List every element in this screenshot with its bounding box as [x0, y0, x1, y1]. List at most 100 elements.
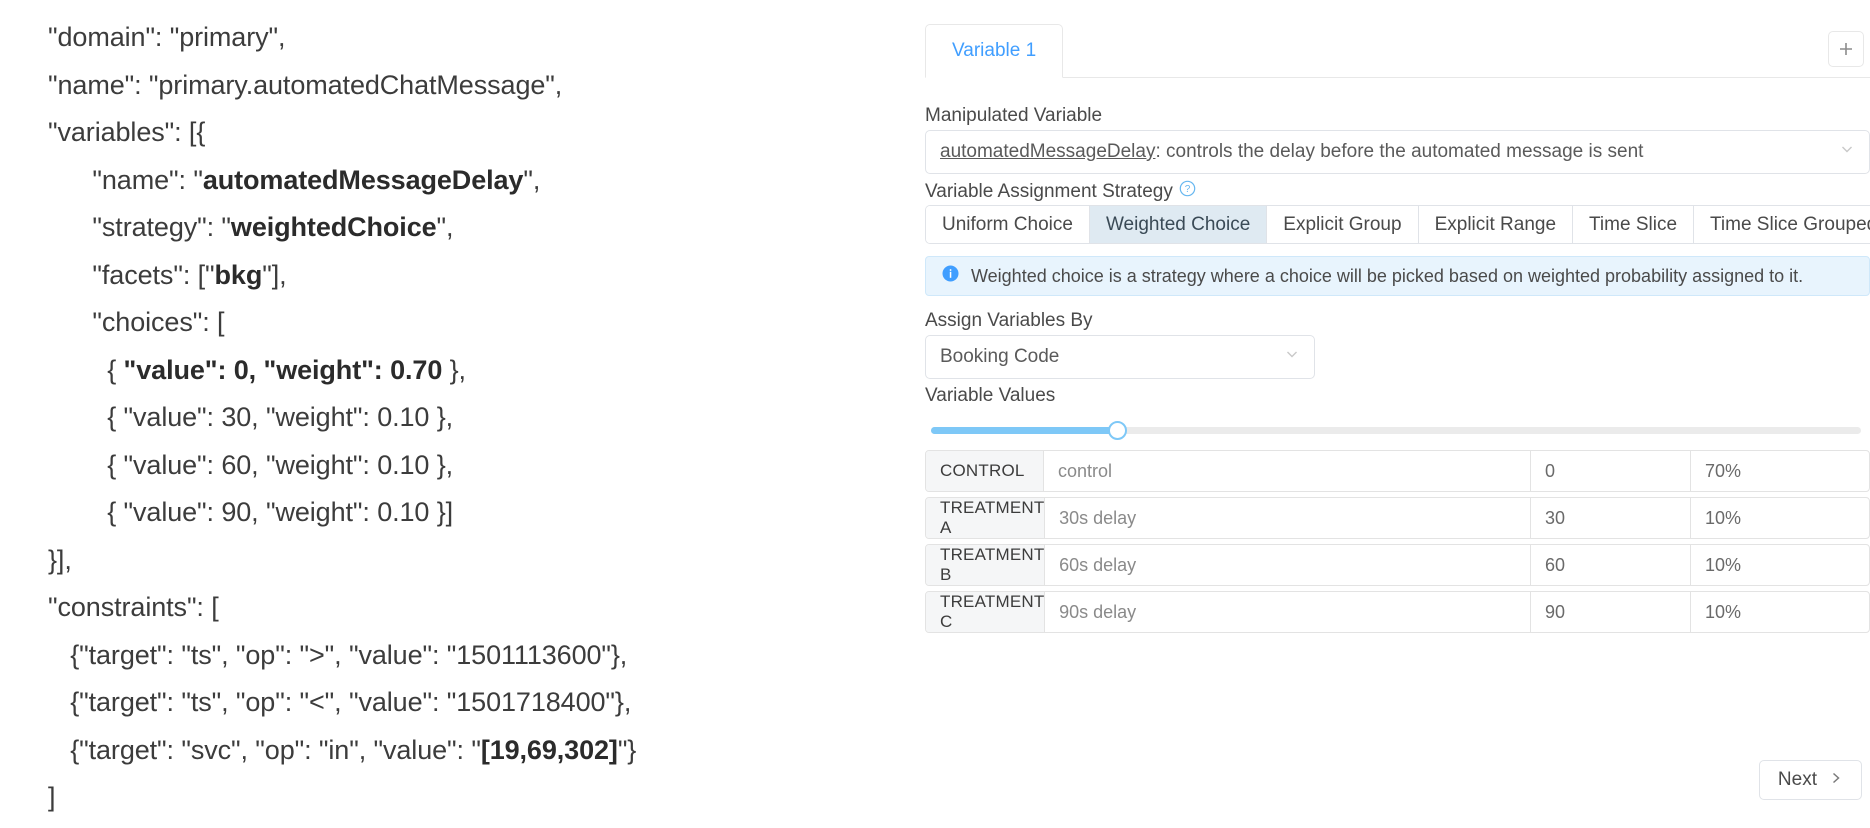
- json-code-text: "}: [618, 735, 636, 765]
- row-percent-input[interactable]: 10%: [1691, 545, 1869, 585]
- strategy-option-uniform-choice[interactable]: Uniform Choice: [926, 206, 1090, 243]
- row-value-input[interactable]: 0: [1531, 451, 1691, 491]
- variable-values-table: CONTROLcontrol070% TREATMENT A30s delay30…: [925, 450, 1870, 638]
- json-code-text: "name": "primary.automatedChatMessage",: [48, 70, 562, 100]
- json-code-line: "name": "automatedMessageDelay",: [48, 157, 900, 205]
- svg-text:?: ?: [1185, 184, 1191, 195]
- row-percent-input[interactable]: 10%: [1691, 498, 1869, 538]
- json-config-pane: "domain": "primary", "name": "primary.aut…: [0, 0, 900, 828]
- row-value-input[interactable]: 90: [1531, 592, 1691, 632]
- json-code-text: ",: [437, 212, 454, 242]
- json-code-highlight: [19,69,302]: [481, 735, 618, 765]
- slider-fill: [931, 427, 1117, 434]
- json-code-line: { "value": 30, "weight": 0.10 },: [48, 394, 900, 442]
- variable-config-panel: Variable 1 Manipulated Variable automate…: [925, 0, 1870, 828]
- json-code-text: "choices": [: [48, 307, 224, 337]
- json-code-line: "facets": ["bkg"],: [48, 252, 900, 300]
- row-value-input[interactable]: 30: [1531, 498, 1691, 538]
- json-code-text: { "value": 30, "weight": 0.10 },: [48, 402, 453, 432]
- json-code-line: "variables": [{: [48, 109, 900, 157]
- strategy-option-time-slice[interactable]: Time Slice: [1573, 206, 1694, 243]
- tab-label: Variable 1: [952, 40, 1036, 62]
- strategy-option-label: Time Slice Grouped: [1710, 214, 1870, 236]
- json-code-line: "strategy": "weightedChoice",: [48, 204, 900, 252]
- assign-variables-by-label: Assign Variables By: [925, 310, 1093, 332]
- row-percent-input[interactable]: 10%: [1691, 592, 1869, 632]
- row-percent-input[interactable]: 70%: [1691, 451, 1869, 491]
- row-description-input[interactable]: 30s delay: [1045, 498, 1531, 538]
- manipulated-variable-select[interactable]: automatedMessageDelay: controls the dela…: [925, 130, 1870, 174]
- json-code-text: {"target": "svc", "op": "in", "value": ": [48, 735, 481, 765]
- manipulated-variable-value: automatedMessageDelay: controls the dela…: [940, 141, 1839, 163]
- strategy-option-explicit-range[interactable]: Explicit Range: [1419, 206, 1573, 243]
- json-code-line: {"target": "ts", "op": "<", "value": "15…: [48, 679, 900, 727]
- json-code-text: {"target": "ts", "op": ">", "value": "15…: [48, 640, 627, 670]
- alert-text: Weighted choice is a strategy where a ch…: [971, 266, 1803, 287]
- strategy-option-label: Explicit Group: [1283, 214, 1401, 236]
- question-circle-icon[interactable]: ?: [1179, 180, 1196, 203]
- next-button-label: Next: [1778, 769, 1817, 791]
- row-description-input[interactable]: control: [1044, 451, 1531, 491]
- json-code-text: "name": ": [48, 165, 203, 195]
- strategy-option-label: Explicit Range: [1435, 214, 1556, 236]
- json-code-text: ]: [48, 782, 55, 812]
- row-group-label: TREATMENT A: [926, 498, 1045, 538]
- json-code-line: "domain": "primary",: [48, 14, 900, 62]
- json-code-line: }],: [48, 537, 900, 585]
- table-row: TREATMENT C90s delay9010%: [925, 591, 1870, 633]
- json-code-text: ",: [523, 165, 540, 195]
- manipulated-variable-description: : controls the delay before the automate…: [1155, 141, 1643, 162]
- json-code-text: "facets": [": [48, 260, 215, 290]
- json-code-line: ]: [48, 774, 900, 822]
- tab-variable-1[interactable]: Variable 1: [925, 24, 1063, 78]
- manipulated-variable-name: automatedMessageDelay: [940, 141, 1155, 162]
- tab-strip: Variable 1: [925, 24, 1870, 78]
- assignment-strategy-label: Variable Assignment Strategy ?: [925, 180, 1196, 203]
- table-row: TREATMENT A30s delay3010%: [925, 497, 1870, 539]
- strategy-option-time-slice-grouped[interactable]: Time Slice Grouped: [1694, 206, 1870, 243]
- row-description-input[interactable]: 60s delay: [1045, 545, 1531, 585]
- json-code-text: "strategy": ": [48, 212, 231, 242]
- assignment-strategy-segmented-control[interactable]: Uniform Choice Weighted Choice Explicit Gr…: [925, 205, 1870, 244]
- strategy-option-label: Weighted Choice: [1106, 214, 1250, 236]
- json-code-text: { "value": 60, "weight": 0.10 },: [48, 450, 453, 480]
- row-description-input[interactable]: 90s delay: [1045, 592, 1531, 632]
- json-code-highlight: "value": 0, "weight": 0.70: [124, 355, 443, 385]
- chevron-down-icon: [1839, 141, 1855, 163]
- json-code-line: {"target": "ts", "op": ">", "value": "15…: [48, 632, 900, 680]
- row-group-label: TREATMENT C: [926, 592, 1045, 632]
- variable-values-slider[interactable]: [931, 418, 1861, 442]
- strategy-option-weighted-choice[interactable]: Weighted Choice: [1090, 206, 1267, 243]
- table-row: CONTROLcontrol070%: [925, 450, 1870, 492]
- json-code-text: "domain": "primary",: [48, 22, 285, 52]
- json-code-line: { "value": 60, "weight": 0.10 },: [48, 442, 900, 490]
- json-code-line: {"target": "svc", "op": "in", "value": "…: [48, 727, 900, 775]
- json-code-text: { "value": 90, "weight": 0.10 }]: [48, 497, 453, 527]
- json-code-line: { "value": 0, "weight": 0.70 },: [48, 347, 900, 395]
- row-value-input[interactable]: 60: [1531, 545, 1691, 585]
- json-code-line: "name": "primary.automatedChatMessage",: [48, 62, 900, 110]
- json-code-line: { "value": 90, "weight": 0.10 }]: [48, 489, 900, 537]
- plus-icon: [1837, 40, 1855, 58]
- json-code-line: "constraints": [: [48, 584, 900, 632]
- variable-values-label: Variable Values: [925, 385, 1055, 407]
- strategy-info-alert: Weighted choice is a strategy where a ch…: [925, 256, 1870, 296]
- info-circle-icon: [942, 265, 959, 287]
- add-variable-tab-button[interactable]: [1828, 31, 1864, 67]
- slider-thumb[interactable]: [1108, 421, 1127, 440]
- next-button[interactable]: Next: [1759, 760, 1862, 800]
- table-row: TREATMENT B60s delay6010%: [925, 544, 1870, 586]
- chevron-right-icon: [1829, 769, 1843, 791]
- row-group-label: CONTROL: [926, 451, 1044, 491]
- strategy-option-label: Time Slice: [1589, 214, 1677, 236]
- json-code-text: },: [442, 355, 466, 385]
- strategy-option-explicit-group[interactable]: Explicit Group: [1267, 206, 1418, 243]
- assign-variables-by-select[interactable]: Booking Code: [925, 335, 1315, 379]
- strategy-option-label: Uniform Choice: [942, 214, 1073, 236]
- json-code-text: "variables": [{: [48, 117, 205, 147]
- json-code-line: "choices": [: [48, 299, 900, 347]
- json-code-text: }],: [48, 545, 72, 575]
- json-code-highlight: bkg: [215, 260, 263, 290]
- json-code-highlight: automatedMessageDelay: [203, 165, 524, 195]
- chevron-down-icon: [1284, 346, 1300, 368]
